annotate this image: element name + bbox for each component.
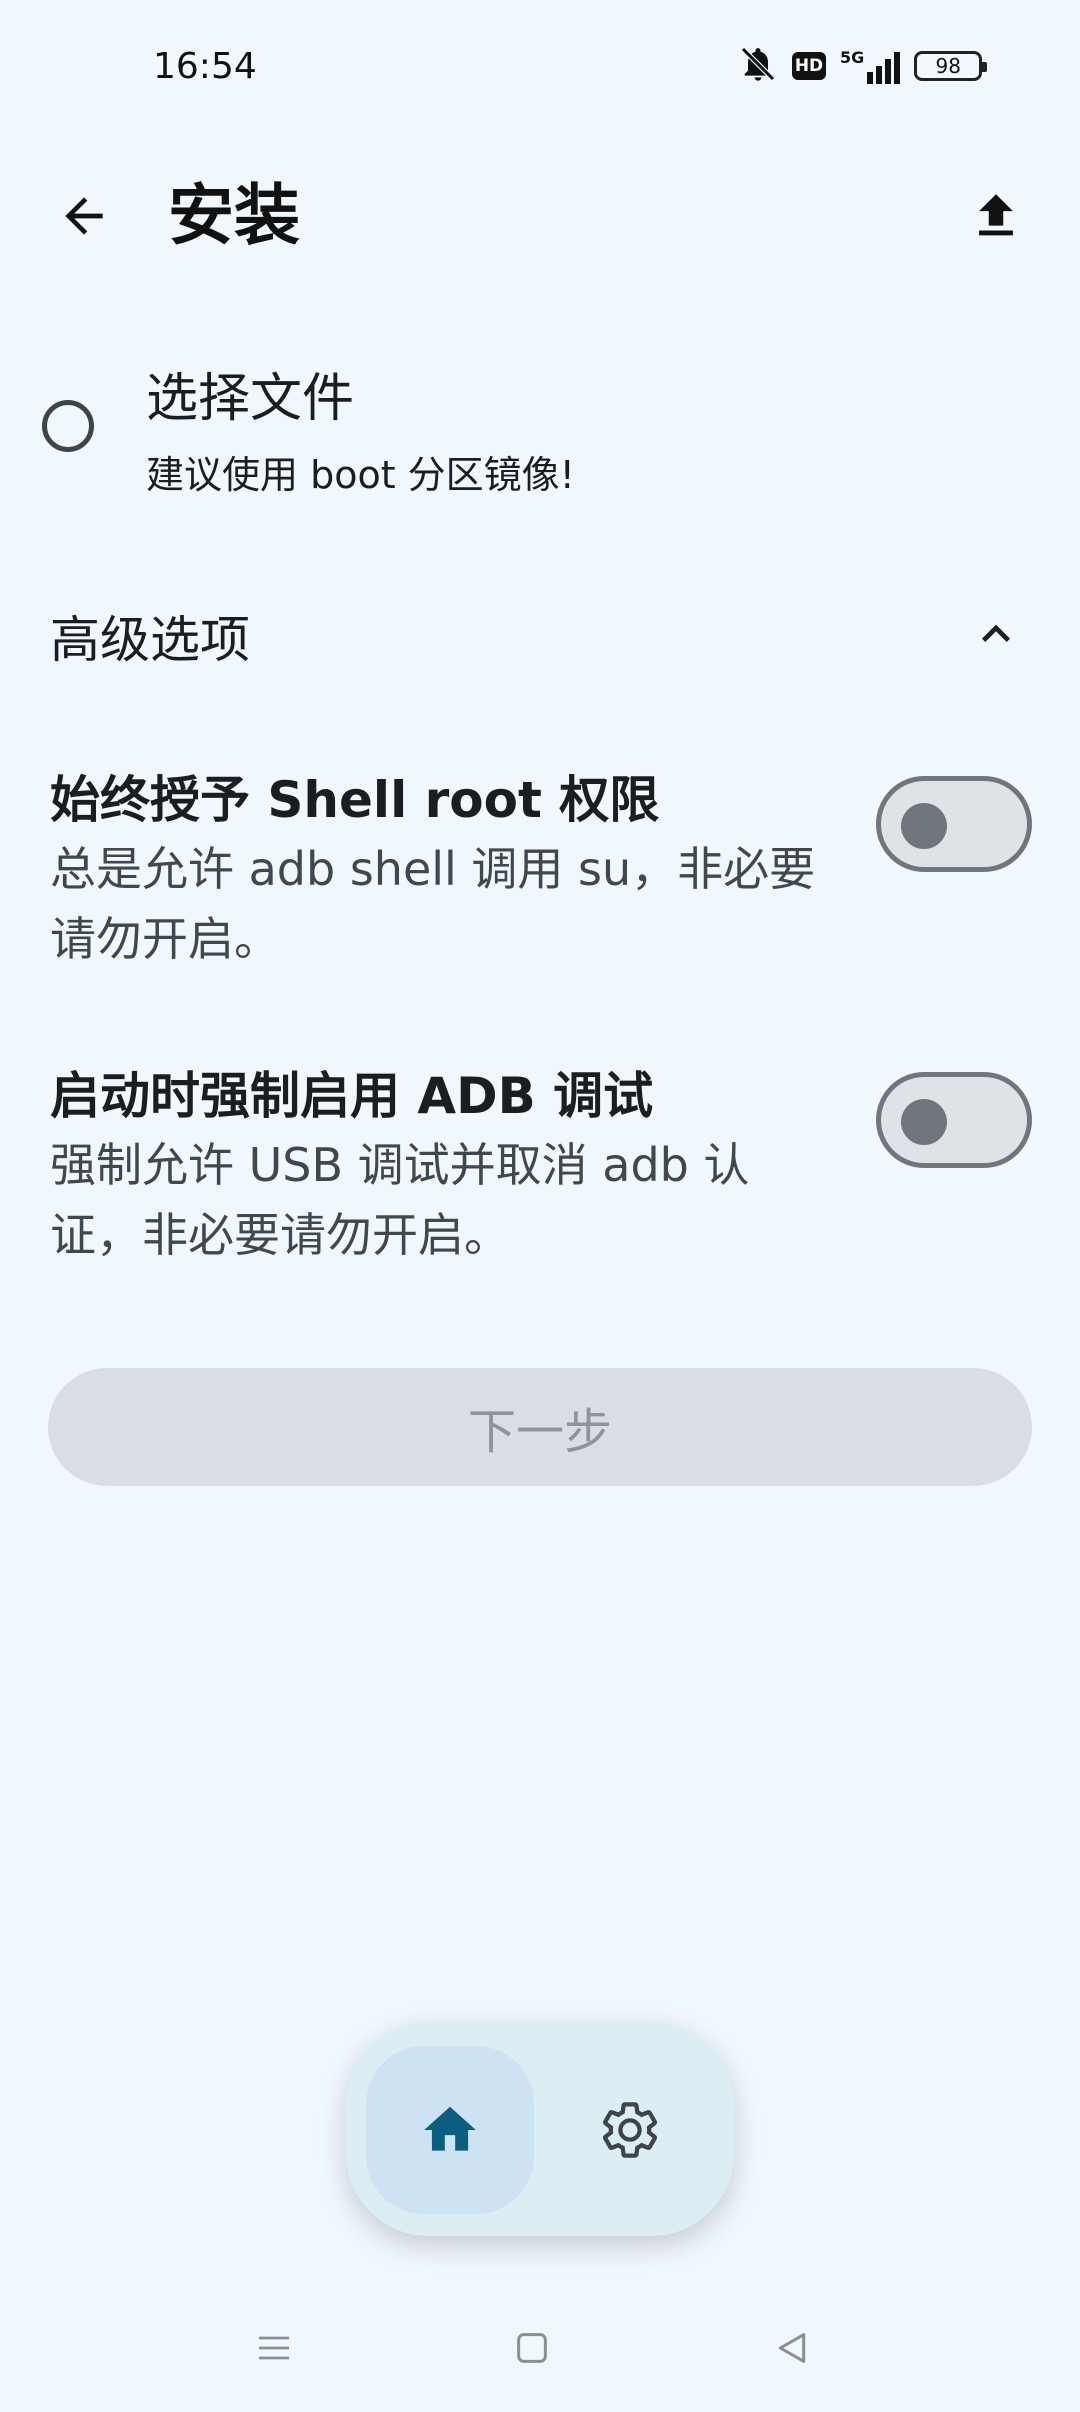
next-button[interactable]: 下一步 [48,1368,1032,1486]
menu-icon [259,2336,289,2360]
signal-5g-icon: 5G [840,48,901,84]
adb-debug-option-title: 启动时强制启用 ADB 调试 [50,1067,654,1125]
select-file-title: 选择文件 [146,369,355,429]
gear-icon [602,2102,658,2158]
triangle-back-icon [778,2333,806,2363]
toggle-knob [901,1099,947,1145]
square-icon [517,2333,547,2363]
select-file-subtitle: 建议使用 boot 分区镜像! [146,453,575,497]
home-icon [424,2106,476,2151]
page-title: 安装 [168,177,300,254]
hd-icon: HD [792,52,826,80]
nav-home-button[interactable] [366,2046,534,2214]
advanced-options-title: 高级选项 [50,611,250,669]
bell-muted-icon [738,44,778,88]
back-button[interactable] [44,176,124,256]
upload-icon [979,194,1013,236]
shell-root-toggle[interactable] [876,776,1032,872]
system-home-button[interactable] [492,2320,572,2376]
network-type-label: 5G [840,48,865,67]
upload-button[interactable] [952,172,1040,260]
battery-icon: 98 [914,51,988,81]
recent-apps-button[interactable] [234,2320,314,2376]
shell-root-option-description: 总是允许 adb shell 调用 su，非必要请勿开启。 [50,842,816,966]
select-file-radio[interactable] [42,400,94,452]
system-back-button[interactable] [752,2320,832,2376]
shell-root-option-title: 始终授予 Shell root 权限 [50,771,660,829]
adb-debug-option-description: 强制允许 USB 调试并取消 adb 认证，非必要请勿开启。 [50,1138,750,1262]
status-time: 16:54 [153,46,257,87]
chevron-up-icon[interactable] [968,606,1024,662]
nav-settings-button[interactable] [546,2046,714,2214]
adb-debug-toggle[interactable] [876,1072,1032,1168]
status-icons: HD 5G 98 [738,44,988,88]
battery-level: 98 [935,54,961,78]
toggle-knob [901,803,947,849]
arrow-back-icon [65,197,103,235]
